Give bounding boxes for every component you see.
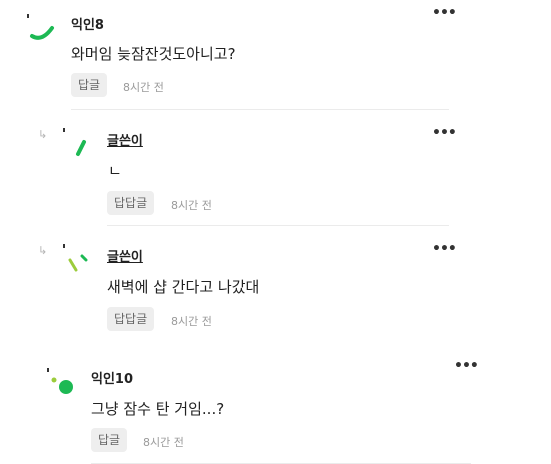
comment-author[interactable]: 글쓴이 — [107, 246, 143, 265]
comment-item: 익인8 ••• 와머임 늦잠잔것도아니고? 답글 8시간 전 — [0, 0, 551, 110]
comment-item: 익인10 ••• 그냥 잠수 탄 거임...? 답글 8시간 전 — [0, 342, 551, 464]
avatar — [22, 10, 58, 46]
comment-time: 8시간 전 — [171, 315, 212, 328]
comment-text: 와머임 늦잠잔것도아니고? — [71, 45, 236, 63]
reply-arrow-icon: ↳ — [38, 128, 48, 141]
comment-author[interactable]: 익인10 — [91, 368, 133, 387]
more-options-icon[interactable]: ••• — [432, 6, 457, 20]
reply-arrow-icon: ↳ — [38, 244, 48, 257]
more-options-icon[interactable]: ••• — [432, 126, 457, 140]
avatar — [58, 240, 94, 276]
reply-item: ↳ 글쓴이 ••• 새벽에 샵 간다고 나갔대 답답글 8시간 전 — [0, 226, 551, 342]
comment-time: 8시간 전 — [123, 81, 164, 94]
reply-button[interactable]: 답글 — [71, 73, 108, 97]
comment-author[interactable]: 익인8 — [71, 14, 104, 33]
more-options-icon[interactable]: ••• — [454, 359, 479, 373]
comment-text: 그냥 잠수 탄 거임...? — [91, 400, 225, 418]
comment-thread: 익인8 ••• 와머임 늦잠잔것도아니고? 답글 8시간 전 ↳ 글쓴이 •••… — [0, 0, 551, 464]
reply-button[interactable]: 답답글 — [107, 307, 155, 331]
avatar — [58, 124, 94, 160]
reply-button[interactable]: 답글 — [91, 428, 128, 452]
reply-button[interactable]: 답답글 — [107, 191, 155, 215]
comment-time: 8시간 전 — [171, 199, 212, 212]
comment-time: 8시간 전 — [143, 436, 184, 449]
reply-item: ↳ 글쓴이 ••• ㄴ 답답글 8시간 전 — [0, 110, 551, 226]
comment-author[interactable]: 글쓴이 — [107, 130, 143, 149]
comment-text: ㄴ — [108, 162, 122, 180]
avatar — [44, 366, 80, 402]
more-options-icon[interactable]: ••• — [432, 242, 457, 256]
comment-text: 새벽에 샵 간다고 나갔대 — [107, 278, 260, 296]
